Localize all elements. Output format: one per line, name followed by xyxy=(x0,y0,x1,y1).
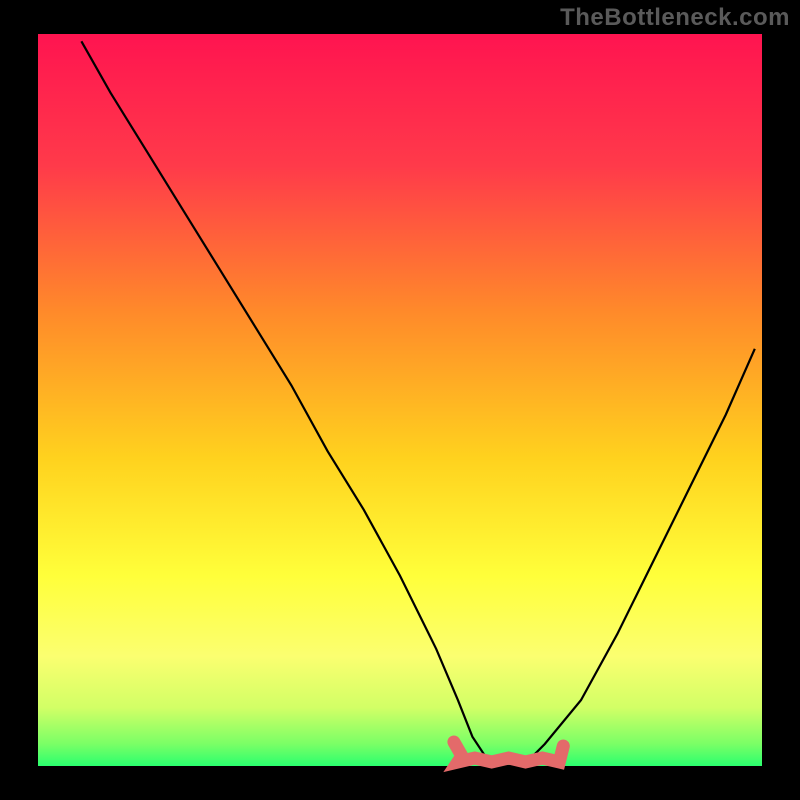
plot-area xyxy=(38,34,762,766)
watermark-text: TheBottleneck.com xyxy=(560,4,790,32)
bottleneck-chart xyxy=(0,0,800,800)
chart-frame: TheBottleneck.com xyxy=(0,0,800,800)
